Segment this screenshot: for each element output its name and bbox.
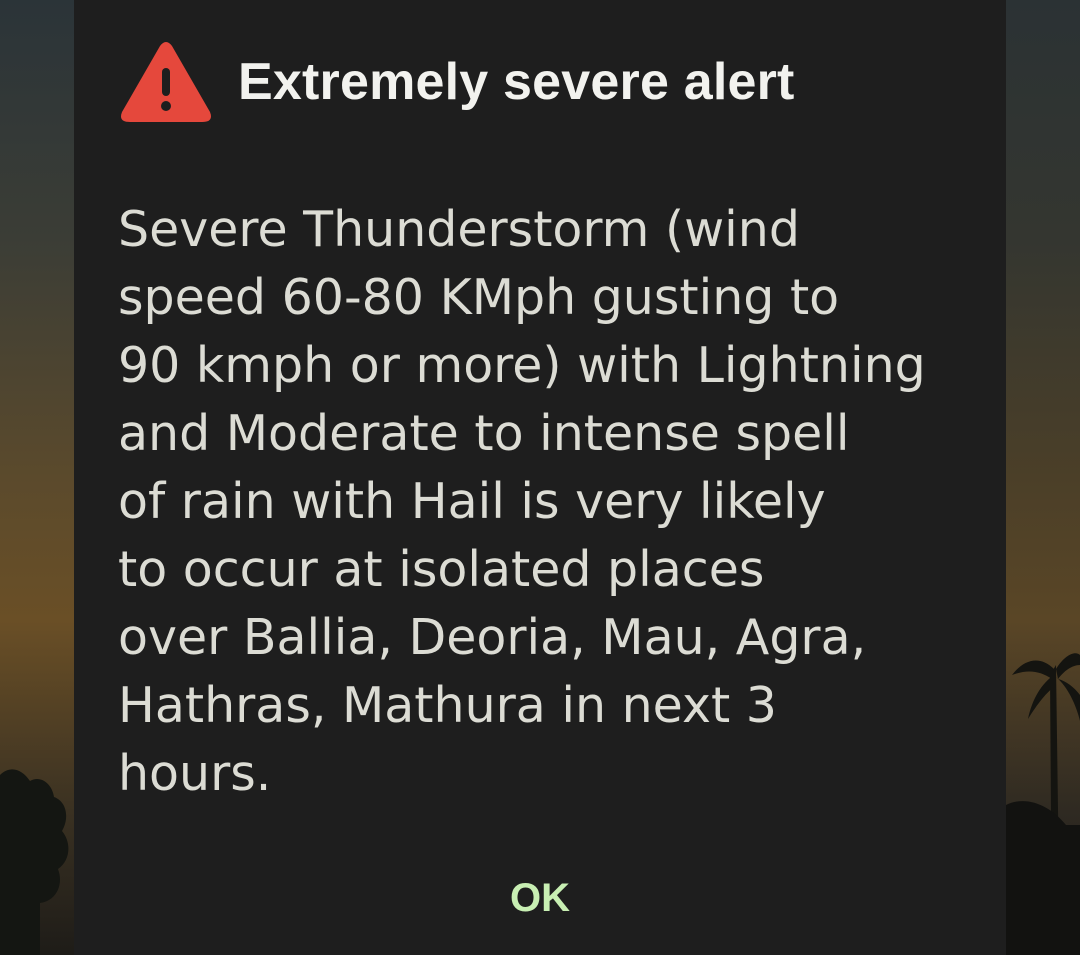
alert-message-line: over Ballia, Deoria, Mau, Agra, xyxy=(118,609,867,666)
tree-silhouette-left xyxy=(0,769,69,955)
background-wallpaper-left xyxy=(0,0,74,955)
alert-message-line: of rain with Hail is very likely xyxy=(118,473,826,530)
warning-triangle-icon xyxy=(121,42,211,122)
alert-message: Severe Thunderstorm (wind speed 60-80 KM… xyxy=(118,196,968,808)
alert-message-line: Hathras, Mathura in next 3 xyxy=(118,677,777,734)
ok-button[interactable]: OK xyxy=(490,866,590,930)
alert-message-line: hours. xyxy=(118,745,272,802)
alert-message-line: speed 60-80 KMph gusting to xyxy=(118,269,840,326)
alert-dialog: Extremely severe alert Severe Thundersto… xyxy=(74,0,1006,955)
alert-message-line: 90 kmph or more) with Lightning xyxy=(118,337,926,394)
alert-message-line: Severe Thunderstorm (wind xyxy=(118,201,800,258)
palm-tree-silhouette-right xyxy=(1006,653,1080,955)
background-wallpaper-right xyxy=(1006,0,1080,955)
dialog-header: Extremely severe alert xyxy=(120,40,795,124)
alert-message-line: and Moderate to intense spell xyxy=(118,405,850,462)
dialog-title: Extremely severe alert xyxy=(238,53,795,111)
alert-message-line: to occur at isolated places xyxy=(118,541,765,598)
screen: Extremely severe alert Severe Thundersto… xyxy=(0,0,1080,955)
